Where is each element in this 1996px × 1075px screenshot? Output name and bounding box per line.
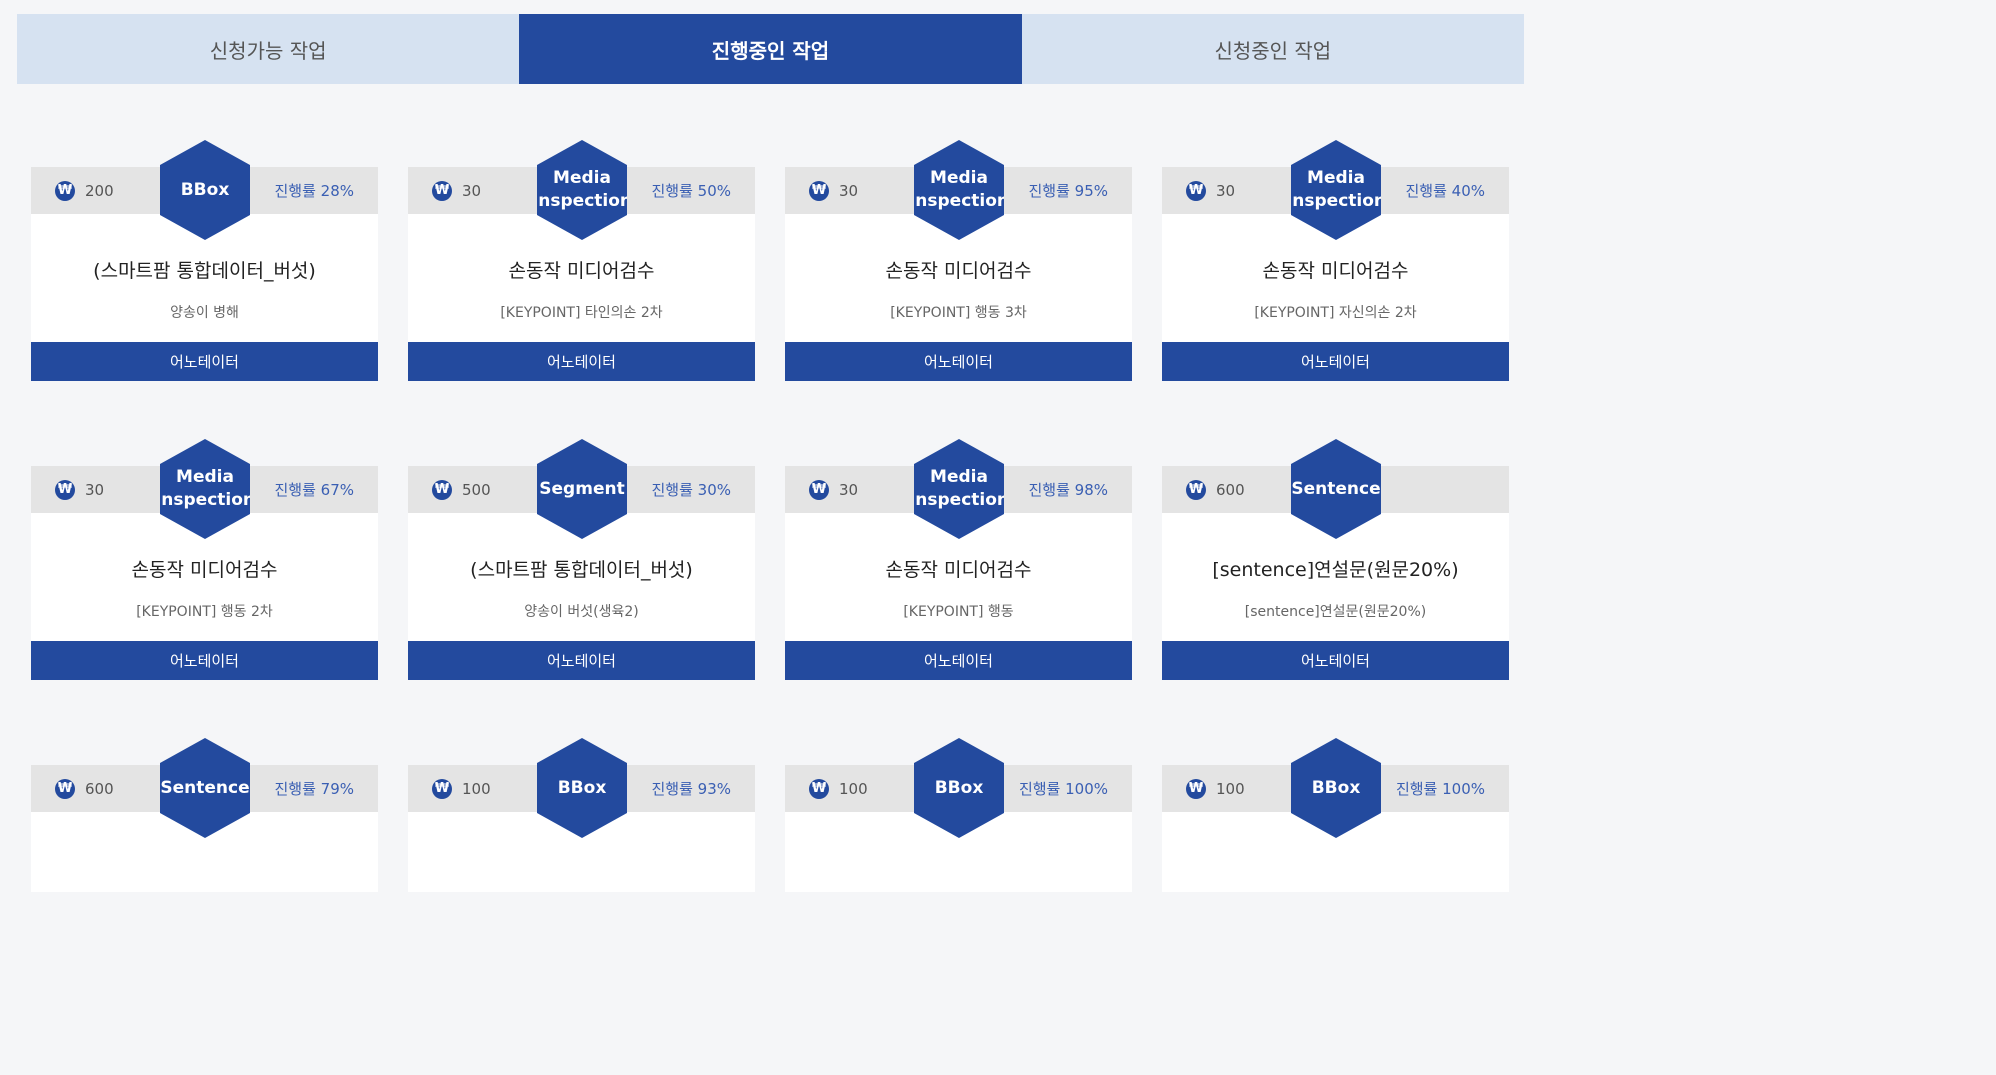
price-value: 30 — [462, 181, 482, 200]
task-type-label: BBox — [180, 179, 230, 200]
won-icon: ₩ — [55, 479, 75, 500]
price-value: 30 — [839, 480, 859, 499]
tab-applied-tasks[interactable]: 신청중인 작업 — [1021, 14, 1524, 84]
task-card: ₩600 진행률 79% Sentence — [31, 738, 378, 980]
won-icon: ₩ — [432, 479, 452, 500]
task-card: ₩30 진행률 40% Media Inspection 손동작 미디어검수 [KEYPO… — [1162, 140, 1509, 382]
card-price: ₩100 — [432, 765, 491, 812]
annotator-button[interactable]: 어노테이터 — [408, 641, 755, 680]
won-icon: ₩ — [809, 778, 829, 799]
card-title: [sentence]연설문(원문20%) — [1212, 559, 1459, 581]
won-icon: ₩ — [809, 479, 829, 500]
card-subtitle: 양송이 병해 — [170, 305, 239, 321]
task-card: ₩100 진행률 93% BBox — [408, 738, 755, 980]
progress-rate: 진행률 50% — [651, 182, 731, 200]
task-card: ₩200 진행률 28% BBox (스마트팜 통합데이터_버섯) 양송이 병해어노테이… — [31, 140, 378, 382]
progress-rate: 진행률 40% — [1405, 182, 1485, 200]
progress-rate: 진행률 28% — [274, 182, 354, 200]
price-value: 100 — [1216, 779, 1245, 798]
annotator-button[interactable]: 어노테이터 — [31, 641, 378, 680]
card-subtitle: [KEYPOINT] 행동 2차 — [136, 604, 273, 620]
card-price: ₩600 — [55, 765, 114, 812]
annotator-button[interactable]: 어노테이터 — [1162, 641, 1509, 680]
card-price: ₩100 — [809, 765, 868, 812]
task-card: ₩30 진행률 98% Media Inspection 손동작 미디어검수 [KEYPO… — [785, 439, 1132, 681]
price-value: 600 — [1216, 480, 1245, 499]
task-type-label: BBox — [557, 777, 607, 798]
progress-rate: 진행률 67% — [274, 481, 354, 499]
card-price: ₩200 — [55, 167, 114, 214]
won-icon: ₩ — [55, 778, 75, 799]
card-price: ₩30 — [809, 167, 858, 214]
price-value: 100 — [462, 779, 491, 798]
card-price: ₩30 — [55, 466, 104, 513]
price-value: 30 — [85, 480, 105, 499]
card-subtitle: [KEYPOINT] 자신의손 2차 — [1254, 305, 1417, 321]
card-subtitle: [KEYPOINT] 행동 3차 — [890, 305, 1027, 321]
price-value: 30 — [1216, 181, 1236, 200]
task-type-label: Segment — [539, 478, 625, 499]
price-value: 600 — [85, 779, 114, 798]
card-price: ₩30 — [809, 466, 858, 513]
price-value: 500 — [462, 480, 491, 499]
card-subtitle: [KEYPOINT] 타인의손 2차 — [500, 305, 663, 321]
card-price: ₩30 — [1186, 167, 1235, 214]
task-type-label: Media Inspection — [154, 467, 256, 510]
card-title: 손동작 미디어검수 — [885, 260, 1032, 282]
won-icon: ₩ — [55, 180, 75, 201]
price-value: 30 — [839, 181, 859, 200]
card-subtitle: [sentence]연설문(원문20%) — [1244, 604, 1427, 620]
card-title: (스마트팜 통합데이터_버섯) — [470, 559, 693, 581]
card-price: ₩100 — [1186, 765, 1245, 812]
card-title: 손동작 미디어검수 — [508, 260, 655, 282]
won-icon: ₩ — [432, 778, 452, 799]
task-card: ₩100 진행률 100% BBox — [785, 738, 1132, 980]
progress-rate: 진행률 100% — [1018, 780, 1108, 798]
card-price: ₩500 — [432, 466, 491, 513]
won-icon: ₩ — [1186, 180, 1206, 201]
tab-available-tasks[interactable]: 신청가능 작업 — [17, 14, 520, 84]
task-type-label: Media Inspection — [908, 168, 1010, 211]
task-type-label: BBox — [1311, 777, 1361, 798]
task-card: ₩30 진행률 67% Media Inspection 손동작 미디어검수 [KEYPO… — [31, 439, 378, 681]
price-value: 100 — [839, 779, 868, 798]
card-price: ₩600 — [1186, 466, 1245, 513]
card-title: 손동작 미디어검수 — [131, 559, 278, 581]
card-title: (스마트팜 통합데이터_버섯) — [93, 260, 316, 282]
won-icon: ₩ — [809, 180, 829, 201]
progress-rate: 진행률 93% — [651, 780, 731, 798]
card-subtitle: [KEYPOINT] 행동 — [903, 604, 1014, 620]
task-card: ₩500 진행률 30% Segment (스마트팜 통합데이터_버섯) 양송이 버섯(… — [408, 439, 755, 681]
tab-in-progress-tasks[interactable]: 진행중인 작업 — [519, 14, 1022, 84]
task-card: ₩30 진행률 50% Media Inspection 손동작 미디어검수 [KEYPO… — [408, 140, 755, 382]
annotator-button[interactable]: 어노테이터 — [785, 342, 1132, 381]
annotator-button[interactable]: 어노테이터 — [1162, 342, 1509, 381]
annotator-button[interactable]: 어노테이터 — [31, 342, 378, 381]
progress-rate: 진행률 98% — [1028, 481, 1108, 499]
task-type-label: Media Inspection — [1285, 168, 1387, 211]
won-icon: ₩ — [432, 180, 452, 201]
task-type-label: Media Inspection — [531, 168, 633, 211]
task-type-label: Sentence — [160, 777, 250, 798]
progress-rate: 진행률 100% — [1395, 780, 1485, 798]
task-card: ₩600 Sentence [sentence]연설문(원문20%) [sentenc… — [1162, 439, 1509, 681]
task-card: ₩30 진행률 95% Media Inspection 손동작 미디어검수 [KEYPO… — [785, 140, 1132, 382]
progress-rate: 진행률 30% — [651, 481, 731, 499]
annotator-button[interactable]: 어노테이터 — [408, 342, 755, 381]
annotator-button[interactable]: 어노테이터 — [785, 641, 1132, 680]
price-value: 200 — [85, 181, 114, 200]
progress-rate: 진행률 95% — [1028, 182, 1108, 200]
won-icon: ₩ — [1186, 778, 1206, 799]
progress-rate: 진행률 79% — [274, 780, 354, 798]
task-card: ₩100 진행률 100% BBox — [1162, 738, 1509, 980]
task-type-label: Sentence — [1291, 478, 1381, 499]
card-subtitle: 양송이 버섯(생육2) — [524, 604, 639, 620]
won-icon: ₩ — [1186, 479, 1206, 500]
card-price: ₩30 — [432, 167, 481, 214]
card-title: 손동작 미디어검수 — [1262, 260, 1409, 282]
task-tabs: 신청가능 작업 진행중인 작업 신청중인 작업 — [17, 14, 1524, 84]
task-type-label: Media Inspection — [908, 467, 1010, 510]
task-type-label: BBox — [934, 777, 984, 798]
card-title: 손동작 미디어검수 — [885, 559, 1032, 581]
